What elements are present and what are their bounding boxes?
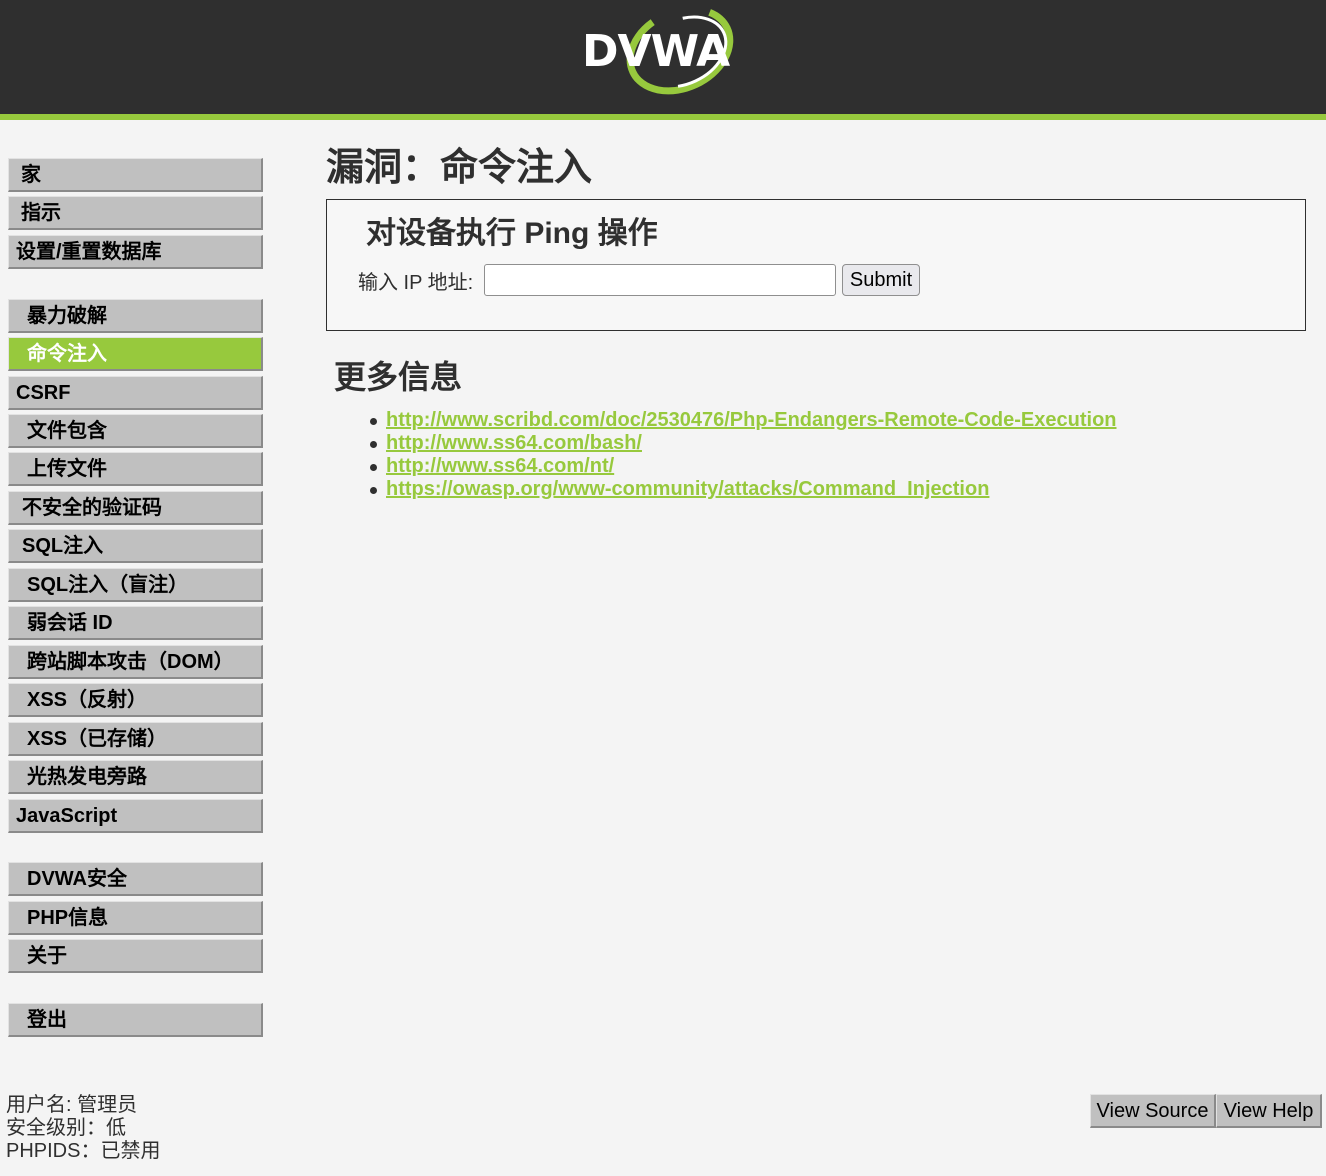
sidebar-item-sql-injection[interactable]: SQL注入 bbox=[8, 529, 263, 563]
sidebar-item-file-upload[interactable]: 上传文件 bbox=[8, 452, 263, 486]
sidebar-item-csrf[interactable]: CSRF bbox=[8, 376, 263, 410]
sidebar-item-dvwa-security[interactable]: DVWA安全 bbox=[8, 862, 263, 896]
sidebar-item-sql-injection-blind[interactable]: SQL注入（盲注） bbox=[8, 568, 263, 602]
more-info-links: http://www.scribd.com/doc/2530476/Php-En… bbox=[368, 409, 1117, 501]
sidebar-item-php-info[interactable]: PHP信息 bbox=[8, 901, 263, 935]
sidebar-item-command-injection[interactable]: 命令注入 bbox=[8, 337, 263, 371]
header-accent-stripe bbox=[0, 114, 1326, 120]
sidebar-item-xss-stored[interactable]: XSS（已存储） bbox=[8, 722, 263, 756]
ip-address-label: 输入 IP 地址: bbox=[358, 272, 474, 294]
reference-link[interactable]: http://www.ss64.com/nt/ bbox=[386, 455, 614, 477]
ping-form-title: 对设备执行 Ping 操作 bbox=[366, 217, 658, 250]
list-item: https://owasp.org/www-community/attacks/… bbox=[368, 478, 1117, 501]
sidebar-item-brute-force[interactable]: 暴力破解 bbox=[8, 299, 263, 333]
list-item: http://www.scribd.com/doc/2530476/Php-En… bbox=[368, 409, 1117, 432]
phpids-status-text: PHPIDS：已禁用 bbox=[6, 1140, 161, 1162]
sidebar-item-csp-bypass[interactable]: 光热发电旁路 bbox=[8, 760, 263, 794]
logo-text: DVWA bbox=[582, 26, 730, 77]
list-item: http://www.ss64.com/bash/ bbox=[368, 432, 1117, 455]
sidebar-item-instructions[interactable]: 指示 bbox=[8, 196, 263, 230]
security-level-text: 安全级别：低 bbox=[6, 1117, 126, 1139]
user-status-info: 用户名: 管理员 安全级别：低 PHPIDS：已禁用 bbox=[6, 1094, 160, 1163]
sidebar-item-about[interactable]: 关于 bbox=[8, 939, 263, 973]
page-title: 漏洞：命令注入 bbox=[326, 147, 593, 189]
sidebar-item-logout[interactable]: 登出 bbox=[8, 1003, 263, 1037]
sidebar-item-weak-session-ids[interactable]: 弱会话 ID bbox=[8, 606, 263, 640]
ip-address-input[interactable] bbox=[484, 264, 836, 296]
dvwa-logo[interactable]: DVWA bbox=[578, 4, 748, 98]
sidebar-item-javascript[interactable]: JavaScript bbox=[8, 799, 263, 833]
sidebar-item-file-inclusion[interactable]: 文件包含 bbox=[8, 414, 263, 448]
reference-link[interactable]: http://www.scribd.com/doc/2530476/Php-En… bbox=[386, 409, 1117, 431]
submit-button[interactable]: Submit bbox=[842, 264, 920, 296]
reference-link[interactable]: http://www.ss64.com/bash/ bbox=[386, 432, 642, 454]
sidebar-item-xss-dom[interactable]: 跨站脚本攻击（DOM） bbox=[8, 645, 263, 679]
more-info-title: 更多信息 bbox=[334, 359, 463, 395]
header: DVWA bbox=[0, 0, 1326, 114]
ping-form-box: 对设备执行 Ping 操作 输入 IP 地址: Submit bbox=[326, 199, 1306, 331]
view-help-button[interactable]: View Help bbox=[1216, 1094, 1322, 1128]
username-text: 用户名: 管理员 bbox=[6, 1094, 138, 1116]
sidebar-item-home[interactable]: 家 bbox=[8, 158, 263, 192]
view-source-button[interactable]: View Source bbox=[1090, 1094, 1216, 1128]
sidebar-item-xss-reflected[interactable]: XSS（反射） bbox=[8, 683, 263, 717]
list-item: http://www.ss64.com/nt/ bbox=[368, 455, 1117, 478]
sidebar-item-insecure-captcha[interactable]: 不安全的验证码 bbox=[8, 491, 263, 525]
reference-link[interactable]: https://owasp.org/www-community/attacks/… bbox=[386, 478, 989, 500]
sidebar-item-setup[interactable]: 设置/重置数据库 bbox=[8, 235, 263, 269]
